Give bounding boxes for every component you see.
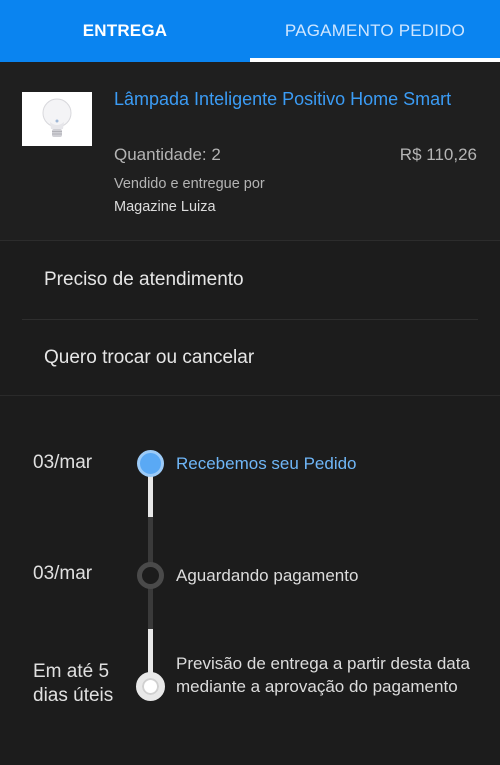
divider (0, 240, 500, 241)
timeline-label: Previsão de entrega a partir desta data … (176, 654, 470, 696)
product-name-link[interactable]: Lâmpada Inteligente Positivo Home Smart (114, 88, 454, 111)
timeline-dot-done (137, 450, 164, 477)
light-bulb-icon (42, 98, 72, 137)
timeline-dot-current (137, 562, 164, 589)
exchange-cancel-label: Quero trocar ou cancelar (44, 347, 255, 368)
product-price: R$ 110,26 (399, 145, 477, 164)
timeline-dot-pending (136, 672, 165, 701)
seller-name: Magazine Luiza (114, 199, 216, 215)
help-button[interactable]: Preciso de atendimento (22, 242, 478, 318)
product-quantity: Quantidade: 2 (114, 145, 221, 164)
timeline-line (148, 517, 153, 563)
timeline-date: 03/mar (33, 452, 93, 473)
timeline-label: Recebemos seu Pedido (176, 454, 357, 473)
exchange-cancel-button[interactable]: Quero trocar ou cancelar (22, 320, 478, 396)
timeline-line (148, 476, 153, 517)
timeline-line (148, 629, 153, 673)
help-button-label: Preciso de atendimento (44, 269, 244, 290)
timeline-line (148, 586, 153, 629)
timeline-date: 03/mar (33, 563, 93, 584)
product-card: Lâmpada Inteligente Positivo Home Smart … (0, 62, 500, 240)
timeline-date: Em até 5 dias úteis (33, 661, 114, 706)
tab-entrega[interactable]: ENTREGA (0, 0, 250, 62)
tab-bar: ENTREGA PAGAMENTO PEDIDO (0, 0, 500, 62)
sold-by-label: Vendido e entregue por (114, 176, 265, 192)
product-thumbnail[interactable] (22, 92, 92, 146)
timeline-label: Aguardando pagamento (176, 566, 359, 585)
order-timeline: 03/mar Recebemos seu Pedido 03/mar Aguar… (0, 396, 500, 765)
tab-pagamento-pedido[interactable]: PAGAMENTO PEDIDO (250, 0, 500, 62)
